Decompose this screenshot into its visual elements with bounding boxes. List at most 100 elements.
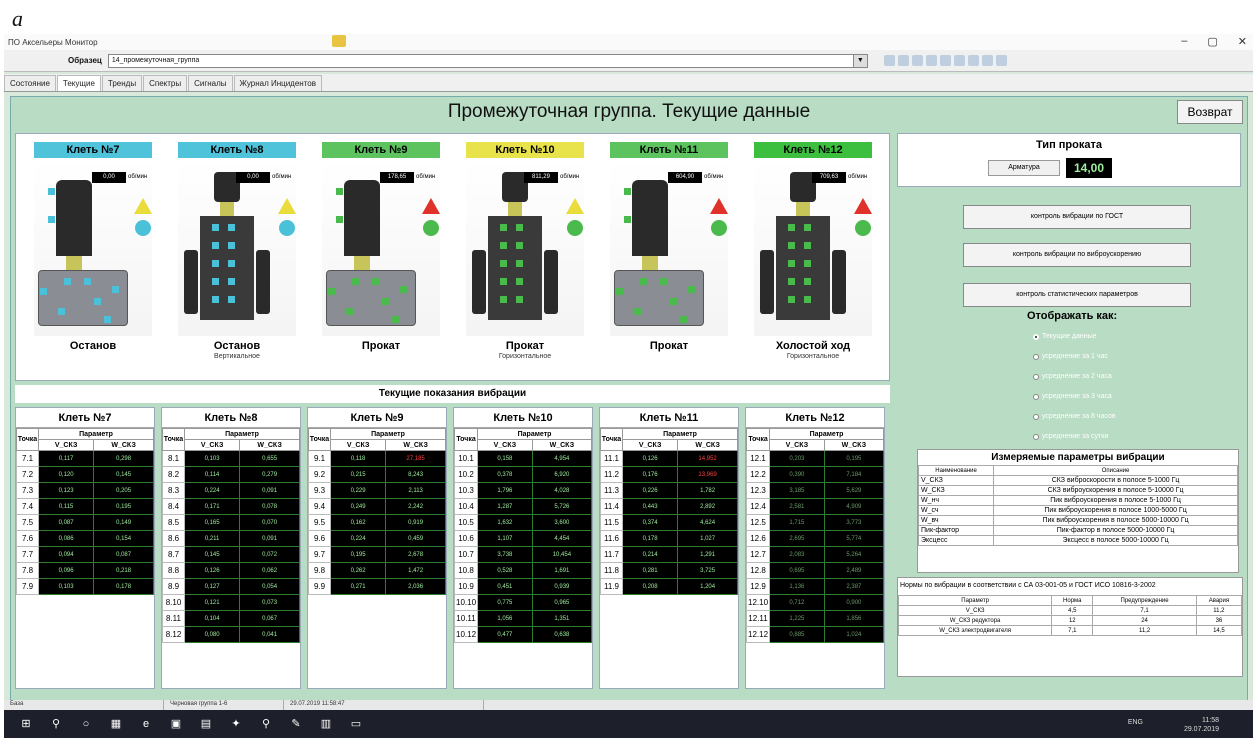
title-bar: ПО Аксельеры Монитор – ▢ ✕ [4, 34, 1253, 50]
table-row: 10.11 1,056 1,351 [453, 610, 593, 627]
w-value: 4,909 [823, 498, 885, 515]
display-option[interactable]: Текущие данные [1033, 333, 1097, 340]
table-row: 10.5 1,632 3,600 [453, 514, 593, 531]
tab-signals[interactable]: Сигналы [188, 75, 233, 91]
display-option[interactable]: усреднение за 1 час [1033, 353, 1108, 360]
acceleration-control-button[interactable]: контроль вибрации по виброускорению [963, 243, 1191, 267]
settings-icon[interactable] [995, 55, 1007, 66]
display-option-label: усреднение за 1 час [1042, 353, 1108, 360]
w-value: 4,954 [531, 450, 593, 467]
zoom-out-icon[interactable] [911, 55, 923, 66]
point-cell: 8.10 [162, 594, 185, 611]
magnifier-icon[interactable]: ⚲ [258, 716, 274, 732]
point-cell: 12.9 [745, 578, 771, 595]
col-w-skz: W_СКЗ [239, 439, 300, 451]
table-row: 11.5 0,374 4,624 [600, 514, 738, 531]
w-value: 0,939 [531, 578, 593, 595]
copy-icon[interactable] [967, 55, 979, 66]
monitor-app-icon[interactable]: ▭ [348, 716, 364, 732]
toolbar-icons [883, 55, 1007, 66]
stand-diagram: 0,00 об/мин [178, 158, 296, 336]
print-icon[interactable] [939, 55, 951, 66]
export-icon[interactable] [981, 55, 993, 66]
v-value: 1,136 [769, 578, 825, 595]
w-value: 0,145 [93, 466, 154, 483]
tray-clock[interactable]: 11:58 29.07.2019 [1184, 716, 1219, 734]
search-icon[interactable]: ⚲ [48, 716, 64, 732]
table-row: 8.10 0,121 0,073 [162, 594, 300, 611]
gost-control-button[interactable]: контроль вибрации по ГОСТ [963, 205, 1191, 229]
status-circle-icon [135, 220, 151, 236]
sensor-marker [212, 242, 219, 249]
display-option[interactable]: усреднение за 8 часов [1033, 413, 1116, 420]
maximize-button[interactable]: ▢ [1207, 35, 1217, 48]
v-value: 0,176 [621, 466, 679, 483]
v-value: 0,080 [183, 626, 241, 643]
shaft [66, 256, 82, 270]
w-value: 27,185 [385, 450, 446, 467]
radio-dot[interactable] [1033, 333, 1039, 340]
radio-dot[interactable] [1033, 413, 1039, 420]
display-option[interactable]: усреднение за 3 часа [1033, 393, 1112, 400]
store-icon[interactable]: ▣ [168, 716, 184, 732]
v-value: 0,114 [183, 466, 241, 483]
tray-language[interactable]: ENG [1128, 719, 1143, 726]
open-folder-icon[interactable] [332, 35, 346, 47]
w-value: 0,195 [93, 498, 154, 515]
stand-frame [488, 216, 542, 320]
app-icon[interactable]: ✦ [228, 716, 244, 732]
edge-browser-icon[interactable]: e [138, 716, 154, 732]
point-cell: 7.1 [16, 450, 39, 467]
sample-select[interactable]: 14_промежуточная_группа ▼ [107, 53, 868, 68]
sensor-marker [84, 278, 91, 285]
point-cell: 11.8 [600, 562, 623, 579]
save-icon[interactable] [953, 55, 965, 66]
back-button[interactable]: Возврат [1177, 100, 1243, 124]
v-value: 1,225 [769, 610, 825, 627]
tab-trends[interactable]: Тренды [101, 75, 143, 91]
rolling-type-button[interactable]: Арматура [988, 160, 1060, 176]
display-option[interactable]: усреднение за 2 часа [1033, 373, 1112, 380]
tab-current[interactable]: Текущие [56, 75, 101, 91]
point-cell: 8.5 [162, 514, 185, 531]
v-value: 0,224 [329, 530, 387, 547]
w-value: 2,242 [385, 498, 446, 515]
cursor-icon[interactable] [883, 55, 895, 66]
radio-dot[interactable] [1033, 393, 1039, 400]
w-value: 3,773 [823, 514, 885, 531]
radio-dot[interactable] [1033, 373, 1039, 380]
point-cell: 9.2 [308, 466, 331, 483]
tab-incident-log[interactable]: Журнал Инцидентов [233, 75, 322, 91]
point-cell: 11.9 [600, 578, 623, 595]
norms-cell: 11,2 [1092, 625, 1197, 636]
table-row: W_вч Пик виброускорения в полосе 5000-100… [917, 515, 1238, 526]
taskbar-app-icon[interactable]: ▦ [108, 716, 124, 732]
v-value: 0,374 [621, 514, 679, 531]
close-button[interactable]: ✕ [1238, 35, 1247, 48]
vibration-table-panel: Клеть №10 Точка Параметр V_СКЗ W_СКЗ 10.1 0,15… [453, 407, 593, 689]
chart-app-icon[interactable]: ▥ [318, 716, 334, 732]
windows-start-icon[interactable]: ⊞ [18, 716, 34, 732]
radio-dot[interactable] [1033, 433, 1039, 440]
w-value: 0,149 [93, 514, 154, 531]
radio-dot[interactable] [1033, 353, 1039, 360]
tab-spectra[interactable]: Спектры [143, 75, 188, 91]
tab-state[interactable]: Состояние [4, 75, 56, 91]
stand-card: Клеть №10 811,29 об/мин Прокат Горизонтально… [466, 142, 584, 370]
task-view-icon[interactable]: ○ [78, 716, 94, 732]
table-row: 11.9 0,208 1,204 [600, 578, 738, 595]
chevron-down-icon[interactable]: ▼ [852, 54, 867, 67]
w-value: 0,072 [239, 546, 300, 563]
statistics-control-button[interactable]: контроль статистических параметров [963, 283, 1191, 307]
stand-header: Клеть №11 [610, 142, 728, 158]
file-explorer-icon[interactable]: ▤ [198, 716, 214, 732]
w-value: 14,952 [677, 450, 738, 467]
pan-icon[interactable] [925, 55, 937, 66]
status-circle-icon [567, 220, 583, 236]
minimize-button[interactable]: – [1181, 35, 1187, 48]
display-option[interactable]: усреднение за сутки [1033, 433, 1108, 440]
table-row: 11.3 0,226 1,782 [600, 482, 738, 499]
warning-triangle-icon [566, 198, 584, 214]
tool-icon[interactable]: ✎ [288, 716, 304, 732]
zoom-in-icon[interactable] [897, 55, 909, 66]
